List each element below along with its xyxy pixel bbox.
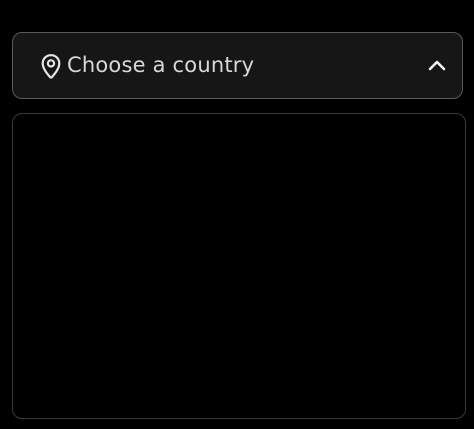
country-select-trigger[interactable]: Choose a country: [12, 32, 463, 99]
country-options-list[interactable]: [12, 113, 466, 419]
country-picker: Choose a country: [0, 0, 474, 429]
country-select-placeholder: Choose a country: [67, 53, 255, 77]
chevron-up-icon[interactable]: [428, 58, 446, 72]
map-pin-icon: [41, 54, 61, 79]
